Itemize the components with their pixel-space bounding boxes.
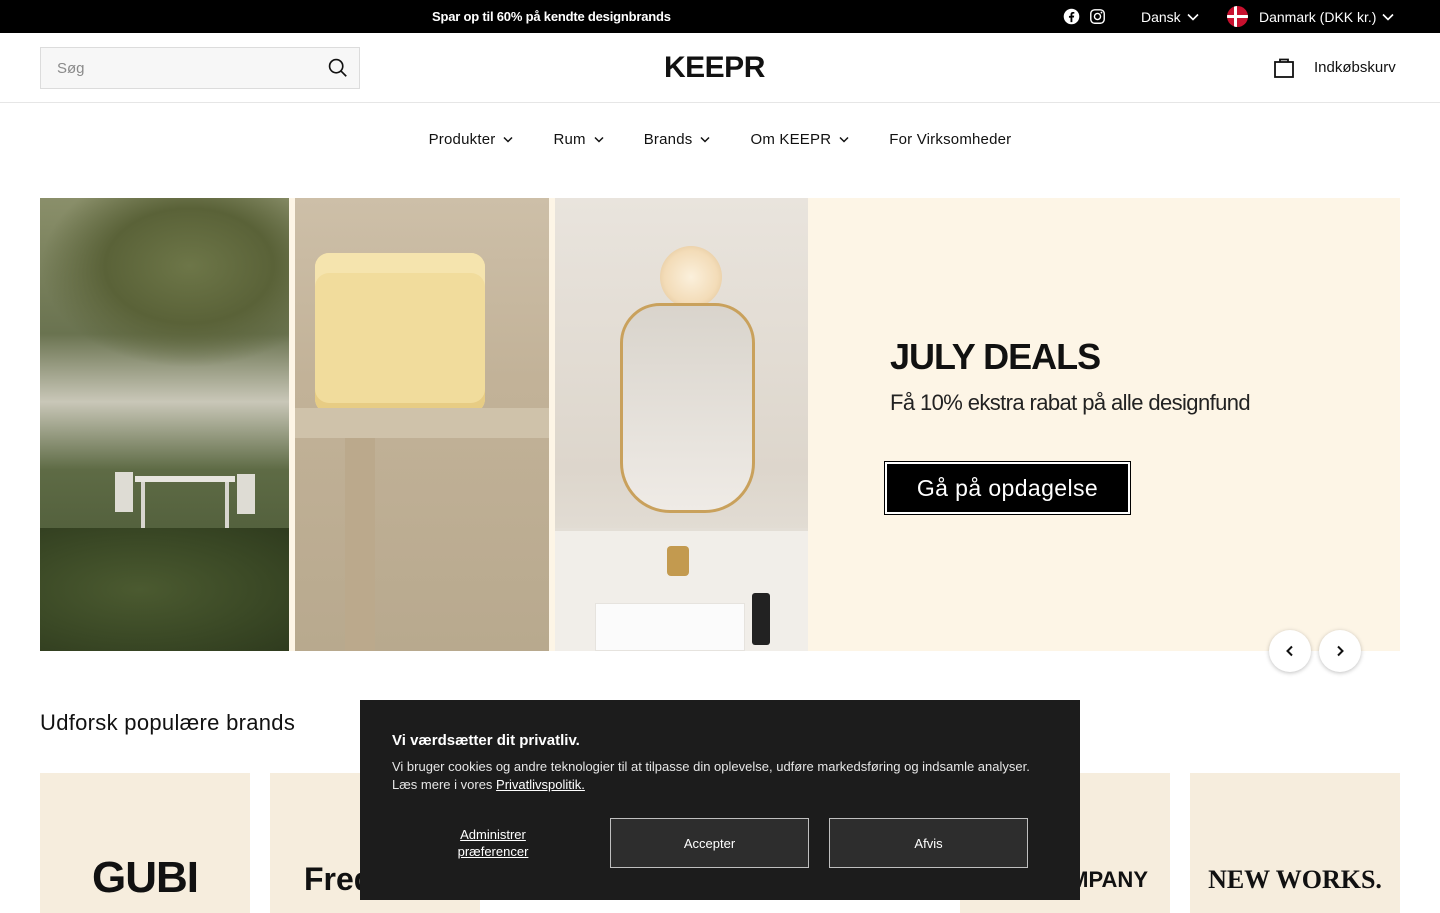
nav-label: Om KEEPR bbox=[750, 131, 832, 148]
carousel-next-button[interactable] bbox=[1319, 630, 1361, 672]
chevron-down-icon bbox=[594, 136, 604, 143]
cookie-consent-dialog: Vi værdsætter dit privatliv. Vi bruger c… bbox=[360, 700, 1080, 900]
chevron-left-icon bbox=[1286, 645, 1293, 657]
search-input[interactable] bbox=[41, 48, 311, 88]
nav-item-brands[interactable]: Brands bbox=[644, 121, 711, 158]
cookie-description: Vi bruger cookies og andre teknologier t… bbox=[392, 758, 1042, 794]
ledge-support-shape bbox=[345, 438, 375, 651]
brand-card-gubi[interactable]: GUBI bbox=[40, 773, 250, 913]
search-box bbox=[40, 47, 360, 89]
hero-banner: JULY DEALS Få 10% ekstra rabat på alle d… bbox=[40, 198, 1400, 651]
hedge-shape bbox=[40, 528, 289, 651]
instagram-icon[interactable] bbox=[1089, 8, 1106, 25]
cookie-text: Vi bruger cookies og andre teknologier t… bbox=[392, 759, 1030, 792]
cookie-title: Vi værdsætter dit privatliv. bbox=[392, 732, 580, 749]
sink-shape bbox=[595, 603, 745, 651]
accept-button[interactable]: Accepter bbox=[610, 818, 809, 868]
chevron-down-icon bbox=[700, 136, 710, 143]
country-selector[interactable]: Danmark (DKK kr.) bbox=[1259, 9, 1395, 25]
explore-button[interactable]: Gå på opdagelse bbox=[884, 461, 1131, 515]
promo-text[interactable]: Spar op til 60% på kendte designbrands bbox=[432, 9, 671, 24]
chevron-down-icon bbox=[839, 136, 849, 143]
nav-label: For Virksomheder bbox=[889, 131, 1012, 148]
soap-bottle-shape bbox=[752, 593, 770, 645]
brand-name: GUBI bbox=[92, 853, 199, 902]
facebook-icon[interactable] bbox=[1063, 8, 1080, 25]
nav-label: Rum bbox=[553, 131, 586, 148]
cart-button[interactable]: Indkøbskurv bbox=[1272, 55, 1396, 79]
carousel-prev-button[interactable] bbox=[1269, 630, 1311, 672]
cart-label: Indkøbskurv bbox=[1314, 58, 1396, 76]
nav-item-produkter[interactable]: Produkter bbox=[429, 121, 514, 158]
tree-shape bbox=[40, 198, 289, 368]
country-label: Danmark (DKK kr.) bbox=[1259, 9, 1377, 25]
mirror-shape bbox=[620, 303, 755, 513]
towel-photo bbox=[295, 198, 549, 651]
nav-item-rum[interactable]: Rum bbox=[553, 121, 604, 158]
chevron-right-icon bbox=[1337, 645, 1344, 657]
chevron-down-icon bbox=[1382, 13, 1395, 21]
bathroom-photo bbox=[555, 198, 808, 651]
manage-preferences-link[interactable]: Administrer præferencer bbox=[453, 826, 533, 860]
ledge-shape bbox=[295, 408, 549, 438]
hero-subtitle: Få 10% ekstra rabat på alle designfund bbox=[890, 390, 1251, 415]
chevron-down-icon bbox=[1187, 13, 1199, 21]
language-label: Dansk bbox=[1141, 9, 1181, 25]
nav-label: Brands bbox=[643, 131, 693, 148]
site-header: KEEPR Indkøbskurv bbox=[0, 33, 1440, 103]
garden-photo bbox=[40, 198, 289, 651]
faucet-shape bbox=[667, 546, 689, 576]
hero-title: JULY DEALS bbox=[890, 336, 1101, 377]
language-selector[interactable]: Dansk bbox=[1141, 9, 1199, 25]
brands-section-title: Udforsk populære brands bbox=[40, 710, 296, 735]
outdoor-table-illustration bbox=[115, 472, 255, 528]
brand-card-new-works[interactable]: NEW WORKS. bbox=[1190, 773, 1400, 913]
nav-item-om-keepr[interactable]: Om KEEPR bbox=[750, 121, 849, 158]
chevron-down-icon bbox=[503, 136, 513, 143]
denmark-flag-icon bbox=[1227, 6, 1248, 27]
nav-item-for-virksomheder[interactable]: For Virksomheder bbox=[889, 121, 1011, 158]
decline-button[interactable]: Afvis bbox=[829, 818, 1028, 868]
brand-name: NEW WORKS. bbox=[1208, 865, 1382, 894]
brand-name: MPANY bbox=[1070, 867, 1148, 892]
announcement-bar: Spar op til 60% på kendte designbrands D… bbox=[0, 0, 1440, 33]
privacy-policy-link[interactable]: Privatlivspolitik. bbox=[496, 777, 585, 792]
nav-label: Produkter bbox=[428, 131, 496, 148]
wall-lamp-shape bbox=[660, 246, 722, 308]
shopping-bag-icon bbox=[1274, 58, 1294, 78]
search-icon[interactable] bbox=[327, 57, 349, 79]
site-logo[interactable]: KEEPR bbox=[664, 51, 765, 85]
towel-shape bbox=[315, 253, 485, 413]
main-navigation: Produkter Rum Brands Om KEEPR For Virkso… bbox=[0, 103, 1440, 158]
